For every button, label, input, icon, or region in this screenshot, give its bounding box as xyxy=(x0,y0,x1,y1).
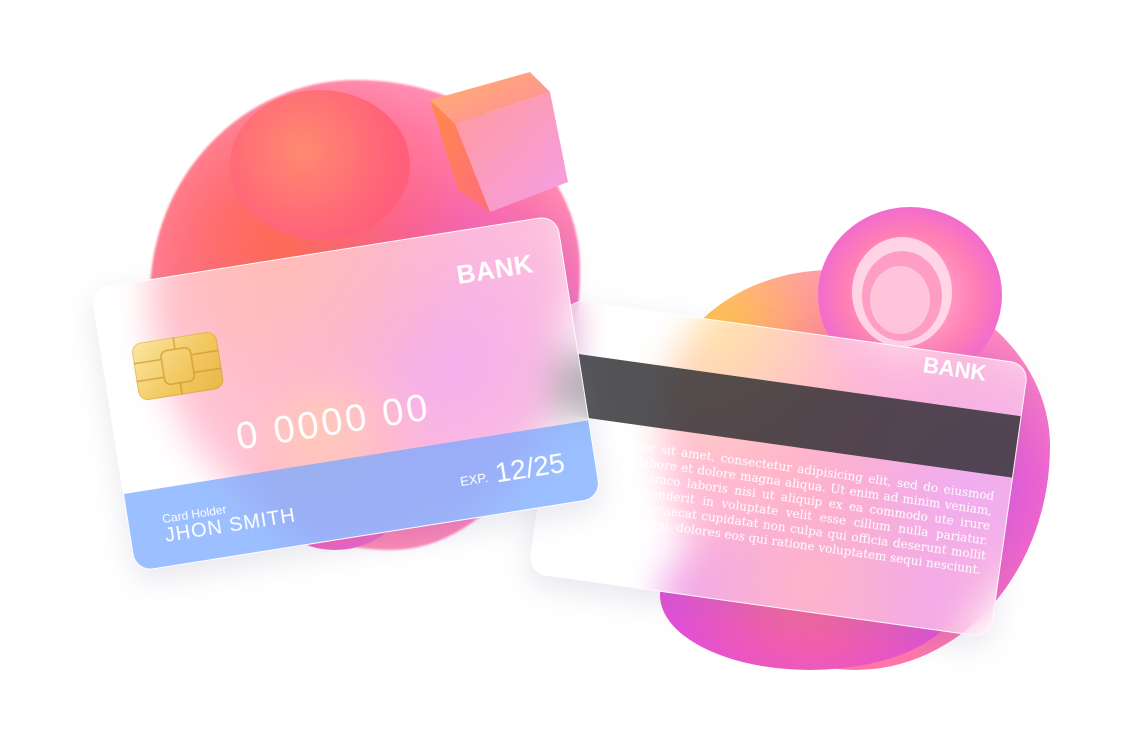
left-blob-bump xyxy=(230,90,410,240)
pink-cube-icon xyxy=(430,72,568,212)
illustration-canvas: BANK em ipsum dolor sit amet, consectetu… xyxy=(0,0,1132,754)
bank-label: BANK xyxy=(921,352,988,386)
card-blue-stripe xyxy=(123,420,601,572)
chip-icon xyxy=(130,330,225,402)
card-number: 0 0000 00 xyxy=(233,386,434,459)
bank-label: BANK xyxy=(454,248,536,291)
